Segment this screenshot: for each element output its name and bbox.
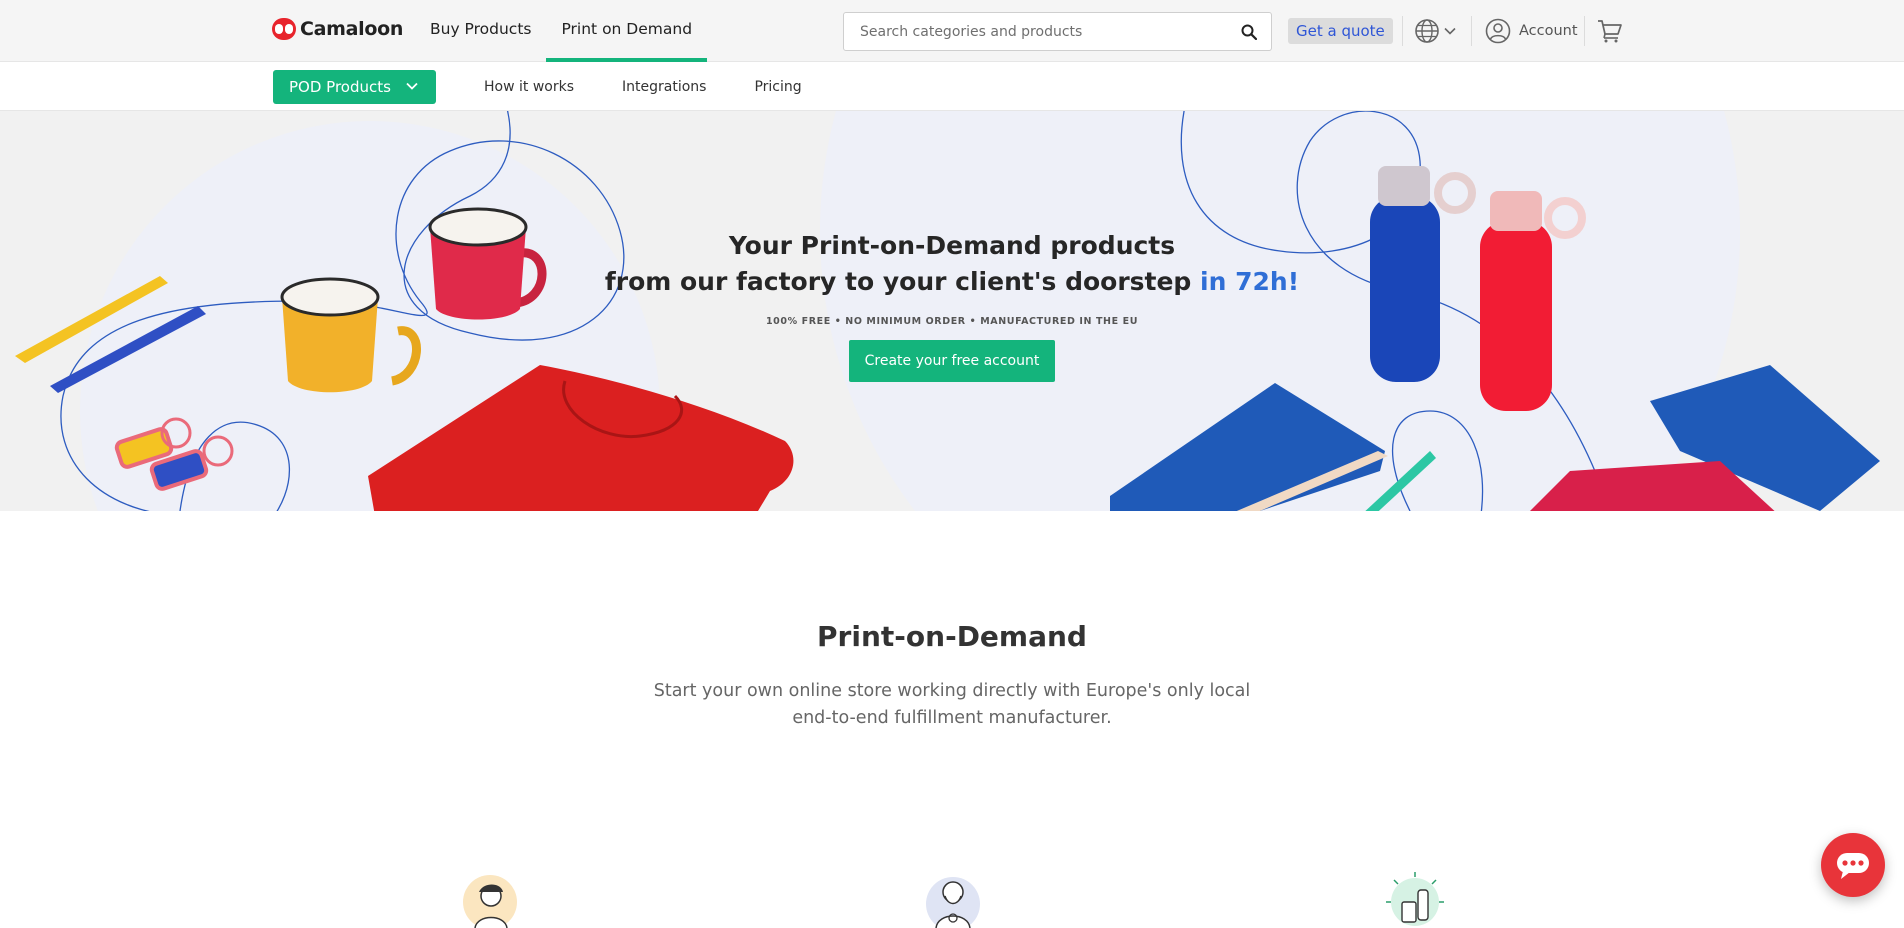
- globe-icon: [1415, 19, 1439, 43]
- divider: [1584, 16, 1585, 46]
- divider: [1402, 16, 1403, 46]
- products-illustration-icon: [1386, 872, 1444, 926]
- subnav-how-it-works[interactable]: How it works: [484, 79, 574, 95]
- seller-illustration-icon: [463, 875, 517, 928]
- hero-subtitle: 100% FREE • NO MINIMUM ORDER • MANUFACTU…: [765, 316, 1139, 327]
- chevron-down-icon: [1444, 27, 1456, 35]
- pod-products-label: POD Products: [289, 78, 391, 96]
- search-input[interactable]: [844, 13, 1224, 50]
- logo[interactable]: Camaloon: [272, 18, 403, 40]
- get-a-quote-button[interactable]: Get a quote: [1288, 18, 1393, 44]
- account-label: Account: [1519, 23, 1578, 39]
- divider: [1471, 16, 1472, 46]
- create-free-account-button[interactable]: Create your free account: [848, 340, 1056, 382]
- sub-nav-links: How it works Integrations Pricing: [484, 62, 802, 111]
- nav-buy-products[interactable]: Buy Products: [430, 0, 546, 62]
- main-nav: Buy Products Print on Demand: [430, 0, 707, 62]
- sub-navigation: POD Products How it works Integrations P…: [0, 62, 1904, 111]
- hero-title-line2: from our factory to your client's doorst…: [552, 264, 1352, 300]
- logo-mark-icon: [272, 18, 296, 40]
- creator-illustration-icon: [926, 877, 980, 928]
- hero-content: Your Print-on-Demand products from our f…: [552, 228, 1352, 382]
- hero-title: Your Print-on-Demand products from our f…: [552, 228, 1352, 300]
- hero-title-line1: Your Print-on-Demand products: [728, 231, 1176, 260]
- nav-print-on-demand[interactable]: Print on Demand: [546, 0, 707, 62]
- top-header: Camaloon Buy Products Print on Demand Ge…: [0, 0, 1904, 62]
- cart-icon[interactable]: [1597, 19, 1623, 43]
- account-link[interactable]: Account: [1485, 18, 1578, 44]
- chat-widget-button[interactable]: [1821, 833, 1885, 897]
- hero-banner: Your Print-on-Demand products from our f…: [0, 111, 1904, 511]
- section-title: Print-on-Demand: [817, 620, 1087, 653]
- pod-products-dropdown[interactable]: POD Products: [273, 70, 436, 104]
- user-icon: [1485, 18, 1511, 44]
- subnav-pricing[interactable]: Pricing: [754, 79, 801, 95]
- subnav-integrations[interactable]: Integrations: [622, 79, 706, 95]
- logo-text: Camaloon: [300, 18, 404, 40]
- hero-title-line2-text: from our factory to your client's doorst…: [604, 267, 1192, 296]
- chevron-down-icon: [406, 82, 418, 90]
- search-icon[interactable]: [1241, 24, 1257, 40]
- chat-icon: [1837, 853, 1869, 879]
- search-box: [843, 12, 1272, 51]
- section-description: Start your own online store working dire…: [653, 681, 1251, 728]
- hero-title-accent: in 72h!: [1200, 267, 1300, 296]
- language-selector[interactable]: [1414, 18, 1456, 44]
